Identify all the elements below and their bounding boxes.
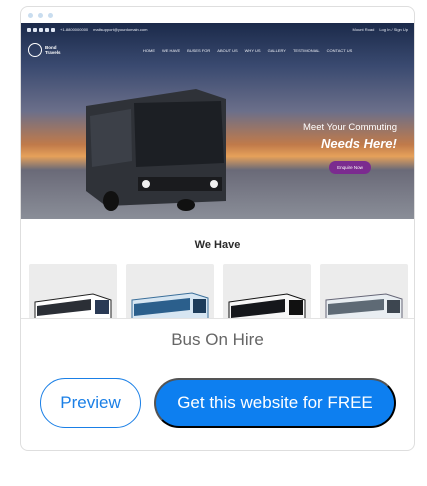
login-link: Log In / Sign Up	[379, 27, 408, 32]
bus-image	[131, 292, 209, 319]
template-title: Bus On Hire	[171, 330, 264, 349]
bus-thumbnail	[29, 264, 117, 319]
section-title: We Have	[194, 239, 241, 251]
preview-topbar: +1-8800000000 mailsupport@yourdomain.com…	[21, 23, 414, 36]
preview-nav: HOME WE HAVE BUSES FOR ABOUT US WHY US G…	[143, 48, 352, 53]
instagram-icon	[39, 27, 43, 32]
enquire-now-button: Enquire Now	[329, 161, 371, 174]
linkedin-icon	[33, 27, 37, 32]
nav-item-home: HOME	[143, 48, 155, 53]
hero-headline: Meet Your Commuting	[303, 122, 397, 133]
site-logo: Bond Travels	[28, 40, 68, 60]
hero-bus-image	[86, 89, 226, 211]
bus-image	[325, 293, 403, 319]
window-dot	[28, 12, 33, 18]
nav-item-gallery: GALLERY	[267, 48, 286, 53]
nav-item-buses-for: BUSES FOR	[187, 48, 211, 53]
email-text: mailsupport@yourdomain.com	[93, 27, 148, 32]
window-dot	[48, 12, 53, 18]
bus-image	[228, 293, 306, 319]
browser-chrome	[21, 7, 414, 23]
facebook-icon	[27, 27, 31, 32]
hero-subheadline: Needs Here!	[321, 136, 397, 151]
nav-item-why-us: WHY US	[244, 48, 261, 53]
location-text: Mount Road	[352, 27, 375, 32]
bus-thumbnail	[126, 264, 214, 319]
nav-item-we-have: WE HAVE	[162, 48, 181, 53]
template-card: +1-8800000000 mailsupport@yourdomain.com…	[20, 6, 415, 451]
bus-thumbnails	[29, 264, 408, 319]
bus-logo-icon	[28, 43, 42, 57]
window-dot	[38, 12, 43, 18]
nav-item-testimonial: TESTIMONIAL	[292, 48, 320, 53]
bus-image	[34, 293, 112, 319]
bus-thumbnail	[320, 264, 408, 319]
logo-text: Bond Travels	[45, 45, 61, 55]
website-preview[interactable]: +1-8800000000 mailsupport@yourdomain.com…	[21, 23, 414, 319]
nav-item-about: ABOUT US	[217, 48, 238, 53]
hero-banner: +1-8800000000 mailsupport@yourdomain.com…	[21, 23, 414, 219]
divider	[21, 318, 414, 319]
phone-text: +1-8800000000	[60, 27, 89, 32]
get-website-button[interactable]: Get this website for FREE	[154, 378, 396, 428]
twitter-icon	[45, 27, 49, 32]
social-icons	[27, 27, 55, 32]
preview-button[interactable]: Preview	[40, 378, 141, 428]
nav-item-contact: CONTACT US	[326, 48, 353, 53]
pinterest-icon	[51, 27, 55, 32]
bus-thumbnail	[223, 264, 311, 319]
